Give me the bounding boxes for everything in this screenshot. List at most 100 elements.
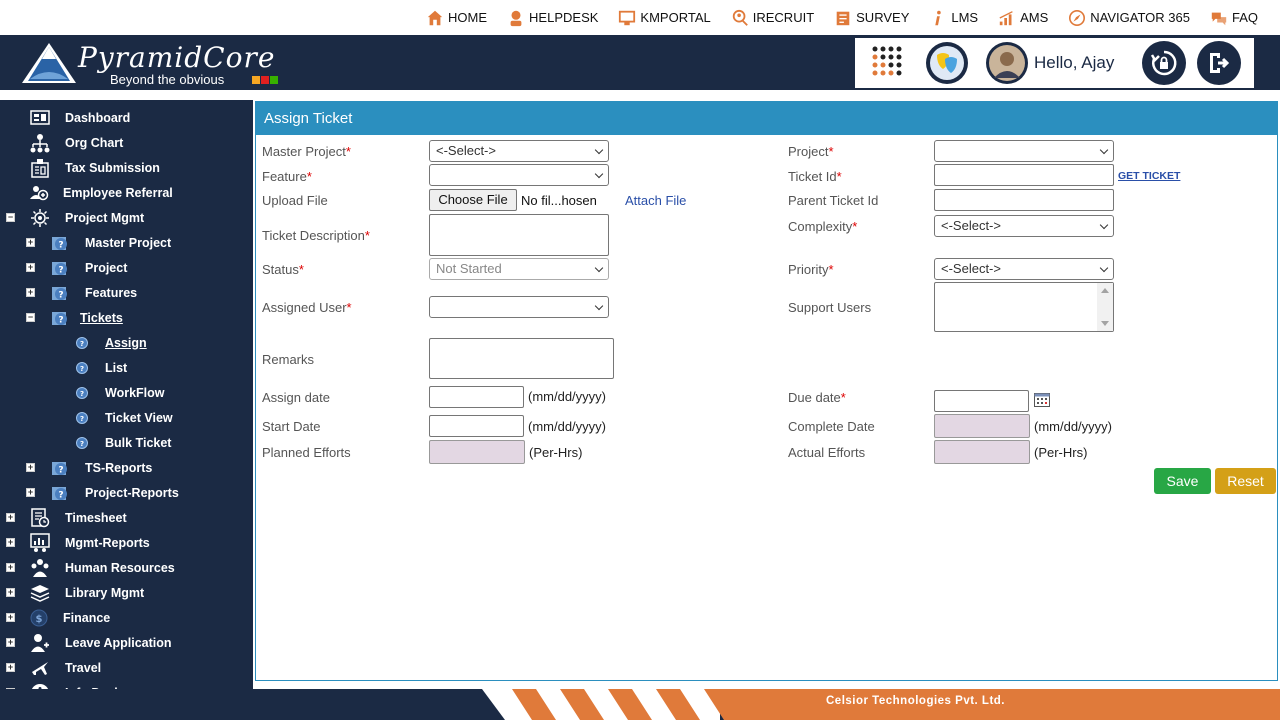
sidebar-item-finance[interactable]: + $ Finance	[0, 605, 253, 630]
leave-application-icon	[30, 633, 50, 653]
expand-icon[interactable]: +	[26, 488, 35, 497]
sidebar-label-list: List	[105, 360, 128, 375]
sidebar-item-travel[interactable]: + Travel	[0, 655, 253, 680]
svg-text:?: ?	[58, 490, 63, 500]
remarks-label: Remarks	[262, 352, 315, 367]
svg-text:?: ?	[58, 290, 63, 300]
top-navigation: HOME HELPDESK KMPORTAL IRECRUIT SURVEY L…	[0, 0, 1280, 35]
engagement-icon[interactable]	[926, 42, 968, 84]
remarks-textarea[interactable]	[429, 338, 614, 379]
sidebar-item-project-mgmt[interactable]: − Project Mgmt	[0, 205, 253, 230]
expand-icon[interactable]: +	[26, 238, 35, 247]
planned-efforts-input[interactable]	[429, 440, 525, 464]
save-button[interactable]: Save	[1154, 468, 1211, 494]
project-select[interactable]	[934, 140, 1114, 162]
ticket-id-input[interactable]	[934, 164, 1114, 186]
sidebar-item-tickets[interactable]: − ? Tickets	[0, 305, 253, 330]
ticket-description-textarea[interactable]	[429, 214, 609, 256]
start-date-input[interactable]	[429, 415, 524, 437]
feature-label: Feature*	[262, 169, 312, 184]
master-project-label: Master Project*	[262, 144, 351, 159]
sidebar-item-tax-submission[interactable]: Tax Submission	[0, 155, 253, 180]
sidebar-item-leave-application[interactable]: + Leave Application	[0, 630, 253, 655]
collapse-icon[interactable]: −	[6, 213, 15, 222]
planned-efforts-label: Planned Efforts	[262, 445, 351, 460]
get-ticket-link[interactable]: GET TICKET	[1118, 170, 1180, 182]
sidebar-item-library-mgmt[interactable]: + Library Mgmt	[0, 580, 253, 605]
pyramidcore-logo[interactable]: PyramidCore Beyond the obvious	[16, 39, 282, 87]
sidebar-item-human-resources[interactable]: + Human Resources	[0, 555, 253, 580]
nav-navigator[interactable]: NAVIGATOR 365	[1068, 9, 1190, 27]
due-date-input[interactable]	[934, 390, 1029, 412]
sidebar-item-ticket-view[interactable]: ? Ticket View	[0, 405, 253, 430]
nav-kmportal[interactable]: KMPORTAL	[618, 9, 711, 27]
expand-icon[interactable]: +	[6, 563, 15, 572]
tickets-icon: ?	[50, 308, 70, 328]
due-date-label: Due date*	[788, 390, 846, 405]
svg-text:?: ?	[80, 365, 84, 373]
assign-date-input[interactable]	[429, 386, 524, 408]
sidebar-item-mgmt-reports[interactable]: + Mgmt-Reports	[0, 530, 253, 555]
nav-irecruit[interactable]: IRECRUIT	[731, 9, 814, 27]
feature-select[interactable]	[429, 164, 609, 186]
sidebar-item-list[interactable]: ? List	[0, 355, 253, 380]
logout-icon[interactable]	[1197, 41, 1242, 85]
priority-select[interactable]: <-Select->	[934, 258, 1114, 280]
expand-icon[interactable]: +	[6, 538, 15, 547]
sidebar-label-project-reports: Project-Reports	[85, 485, 179, 500]
nav-home[interactable]: HOME	[426, 9, 487, 27]
logo-square-orange	[252, 76, 260, 84]
sidebar-item-employee-referral[interactable]: Employee Referral	[0, 180, 253, 205]
sidebar-item-ts-reports[interactable]: + ? TS-Reports	[0, 455, 253, 480]
expand-icon[interactable]: +	[6, 638, 15, 647]
sidebar-item-master-project[interactable]: + ? Master Project	[0, 230, 253, 255]
user-avatar[interactable]	[986, 42, 1028, 84]
sidebar-item-features[interactable]: + ? Features	[0, 280, 253, 305]
choose-file-button[interactable]: Choose File	[429, 189, 517, 211]
sidebar-label-dashboard: Dashboard	[65, 110, 131, 125]
sidebar-item-timesheet[interactable]: + Timesheet	[0, 505, 253, 530]
sidebar-item-dashboard[interactable]: Dashboard	[0, 105, 253, 130]
sidebar-item-assign[interactable]: ? Assign	[0, 330, 253, 355]
assigned-user-select[interactable]	[429, 296, 609, 318]
status-select[interactable]: Not Started	[429, 258, 609, 280]
calendar-icon[interactable]	[1034, 392, 1050, 407]
expand-icon[interactable]: +	[6, 663, 15, 672]
nav-ams[interactable]: AMS	[998, 9, 1048, 27]
complete-date-input[interactable]	[934, 414, 1030, 438]
apps-grid-icon[interactable]	[867, 43, 907, 83]
actual-efforts-input[interactable]	[934, 440, 1030, 464]
scroll-up-icon[interactable]	[1101, 288, 1109, 293]
scroll-down-icon[interactable]	[1101, 321, 1109, 326]
project-reports-icon: ?	[50, 483, 70, 503]
nav-survey[interactable]: SURVEY	[834, 9, 909, 27]
nav-lms[interactable]: LMS	[929, 9, 978, 27]
expand-icon[interactable]: +	[26, 263, 35, 272]
sidebar-item-org-chart[interactable]: Org Chart	[0, 130, 253, 155]
ticket-description-label: Ticket Description*	[262, 228, 370, 243]
logo-square-green	[270, 76, 278, 84]
nav-helpdesk[interactable]: HELPDESK	[507, 9, 598, 27]
complexity-select[interactable]: <-Select->	[934, 215, 1114, 237]
nav-faq[interactable]: FAQ	[1210, 9, 1258, 27]
sidebar-item-bulk-ticket[interactable]: ? Bulk Ticket	[0, 430, 253, 455]
svg-text:?: ?	[80, 340, 84, 348]
collapse-icon[interactable]: −	[26, 313, 35, 322]
master-project-select[interactable]: <-Select->	[429, 140, 609, 162]
reset-button[interactable]: Reset	[1215, 468, 1276, 494]
change-password-icon[interactable]	[1142, 41, 1187, 85]
expand-icon[interactable]: +	[26, 463, 35, 472]
expand-icon[interactable]: +	[6, 613, 15, 622]
support-users-scrollbar[interactable]	[1097, 283, 1113, 331]
expand-icon[interactable]: +	[6, 588, 15, 597]
sidebar-item-project-reports[interactable]: + ? Project-Reports	[0, 480, 253, 505]
attach-file-link[interactable]: Attach File	[625, 193, 686, 208]
nav-lms-label: LMS	[951, 10, 979, 25]
sidebar-item-workflow[interactable]: ? WorkFlow	[0, 380, 253, 405]
sidebar-item-project[interactable]: + ? Project	[0, 255, 253, 280]
support-users-listbox[interactable]	[934, 282, 1114, 332]
expand-icon[interactable]: +	[26, 288, 35, 297]
expand-icon[interactable]: +	[6, 513, 15, 522]
nav-irecruit-label: IRECRUIT	[752, 10, 815, 25]
parent-ticket-id-input[interactable]	[934, 189, 1114, 211]
